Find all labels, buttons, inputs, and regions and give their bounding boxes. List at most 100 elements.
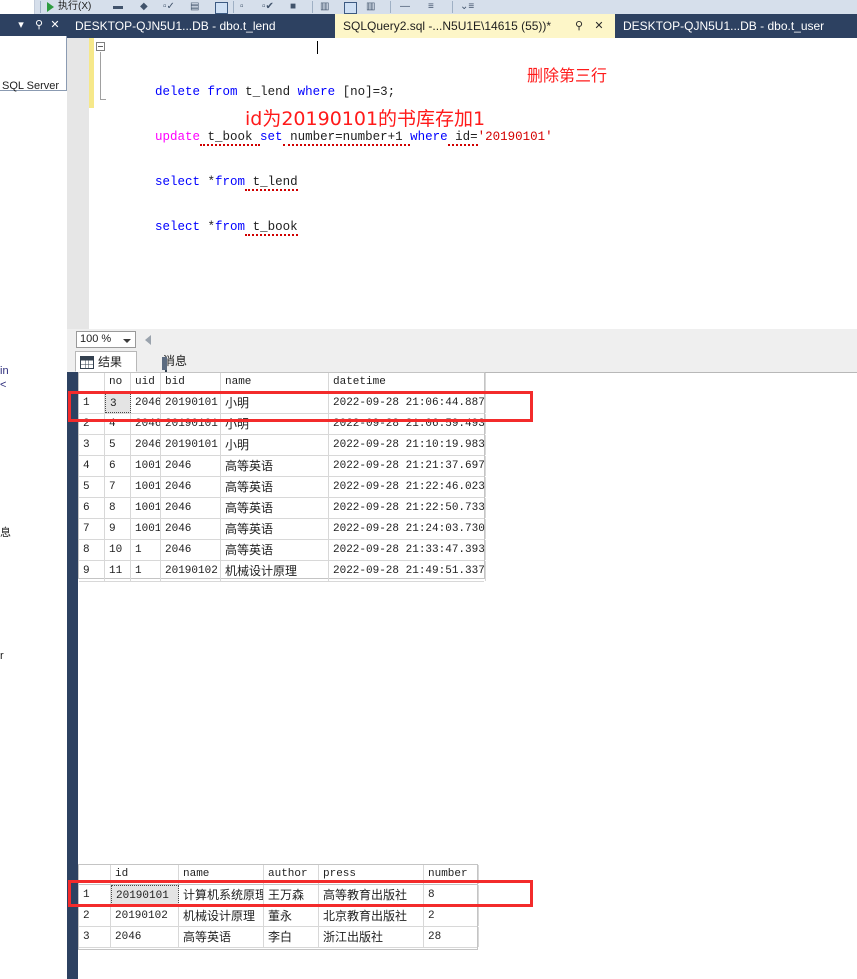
increase-indent-icon[interactable]: ≡ — [428, 0, 434, 14]
lend-cell[interactable]: 2022-09-28 21:33:47.393 — [329, 540, 486, 560]
tab-dbo-t-lend[interactable]: DESKTOP-QJN5U1...DB - dbo.t_lend — [67, 14, 335, 38]
lend-cell[interactable]: 1001 — [131, 519, 161, 539]
lend-cell[interactable]: 8 — [105, 498, 131, 518]
book-cell[interactable]: 高等英语 — [179, 927, 264, 947]
lend-cell[interactable]: 高等英语 — [221, 540, 329, 560]
chevron-down-icon[interactable] — [123, 339, 131, 343]
lend-cell[interactable]: 小明 — [221, 435, 329, 455]
lend-cell[interactable]: 20190101 — [161, 414, 221, 434]
book-col-header[interactable]: author — [264, 865, 319, 884]
lend-cell[interactable]: 2022-09-28 21:49:51.337 — [329, 561, 486, 581]
parse-icon[interactable]: ▫✓ — [163, 0, 175, 14]
results-to-grid-icon[interactable]: ▫✔ — [262, 0, 274, 14]
lend-cell[interactable]: 高等英语 — [221, 498, 329, 518]
lend-cell[interactable]: 20190101 — [161, 435, 221, 455]
lend-cell[interactable]: 2022-09-28 21:06:44.887 — [329, 393, 486, 413]
lend-cell[interactable]: 2022-09-28 21:24:03.730 — [329, 519, 486, 539]
estimated-plan-icon[interactable]: ▤ — [190, 0, 199, 14]
lend-cell[interactable]: 小明 — [221, 414, 329, 434]
chevron-down-icon[interactable]: ▾ — [14, 18, 28, 32]
book-cell[interactable]: 浙江出版社 — [319, 927, 424, 947]
lend-cell[interactable]: 1001 — [131, 477, 161, 497]
book-row[interactable]: 1 20190101 计算机系统原理 王万森 高等教育出版社 8 — [79, 885, 479, 906]
lend-cell[interactable]: 高等英语 — [221, 477, 329, 497]
lend-cell[interactable]: 1001 — [131, 498, 161, 518]
lend-cell[interactable]: 2046 — [131, 435, 161, 455]
lend-cell[interactable]: 2046 — [161, 498, 221, 518]
close-icon[interactable]: ✕ — [592, 18, 606, 34]
lend-cell[interactable]: 7 — [105, 477, 131, 497]
lend-row-number[interactable]: 3 — [79, 435, 105, 455]
lend-cell[interactable]: 机械设计原理 — [221, 561, 329, 581]
lend-row-number[interactable]: 6 — [79, 498, 105, 518]
live-query-stats-icon[interactable]: ▫ — [240, 0, 244, 14]
book-col-header[interactable]: press — [319, 865, 424, 884]
tab-results[interactable]: 结果 — [75, 351, 137, 372]
include-actual-plan-icon[interactable] — [215, 2, 228, 14]
book-cell[interactable]: 2 — [424, 906, 479, 926]
lend-cell[interactable]: 2022-09-28 21:21:37.697 — [329, 456, 486, 476]
lend-cell[interactable]: 1001 — [131, 456, 161, 476]
lend-col-header[interactable] — [79, 373, 105, 392]
lend-row[interactable]: 3 5 2046 20190101 小明 2022-09-28 21:10:19.983 — [79, 435, 486, 456]
lend-row-number[interactable]: 4 — [79, 456, 105, 476]
lend-col-header[interactable]: uid — [131, 373, 161, 392]
book-cell[interactable]: 2046 — [111, 927, 179, 947]
results-grid-book[interactable]: id name author press number 1 20190101 计算机系统原理王… — [78, 864, 479, 950]
indent-icon[interactable]: ▥ — [366, 0, 375, 14]
book-cell[interactable]: 计算机系统原理 — [179, 885, 264, 905]
lend-cell[interactable]: 5 — [105, 435, 131, 455]
lend-cell[interactable]: 3 — [105, 393, 131, 413]
lend-row-number[interactable]: 9 — [79, 561, 105, 581]
lend-cell[interactable]: 2022-09-28 21:22:50.733 — [329, 498, 486, 518]
lend-cell[interactable]: 1 — [131, 561, 161, 581]
book-col-header[interactable] — [79, 865, 111, 884]
book-cell[interactable]: 20190102 — [111, 906, 179, 926]
lend-cell[interactable]: 10 — [105, 540, 131, 560]
close-icon[interactable]: ✕ — [48, 18, 62, 32]
book-cell[interactable]: 高等教育出版社 — [319, 885, 424, 905]
lend-cell[interactable]: 高等英语 — [221, 519, 329, 539]
book-col-header[interactable]: number — [424, 865, 479, 884]
lend-row-number[interactable]: 8 — [79, 540, 105, 560]
lend-cell[interactable]: 20190101 — [161, 393, 221, 413]
book-cell[interactable]: 李白 — [264, 927, 319, 947]
lend-row[interactable]: 1 3 2046 20190101 小明 2022-09-28 21:06:44.887 — [79, 393, 486, 414]
lend-row[interactable]: 6 8 1001 2046 高等英语 2022-09-28 21:22:50.733 — [79, 498, 486, 519]
lend-col-header[interactable]: no — [105, 373, 131, 392]
lend-row[interactable]: 2 4 2046 20190101 小明 2022-09-28 21:06:59.493 — [79, 414, 486, 435]
lend-cell[interactable]: 2022-09-28 21:10:19.983 — [329, 435, 486, 455]
book-row[interactable]: 3 2046 高等英语 李白 浙江出版社 28 — [79, 927, 479, 948]
book-col-header[interactable]: id — [111, 865, 179, 884]
lend-cell[interactable]: 2046 — [161, 477, 221, 497]
results-to-file-icon[interactable]: ■ — [290, 0, 296, 14]
debug-icon[interactable]: ▬ — [113, 0, 123, 14]
book-row-number[interactable]: 1 — [79, 885, 111, 905]
lend-row[interactable]: 9 11 1 20190102 机械设计原理 2022-09-28 21:49:51.33… — [79, 561, 486, 582]
lend-col-header[interactable]: name — [221, 373, 329, 392]
book-cell[interactable]: 机械设计原理 — [179, 906, 264, 926]
lend-cell[interactable]: 1 — [131, 540, 161, 560]
lend-cell[interactable]: 高等英语 — [221, 456, 329, 476]
lend-col-header[interactable]: bid — [161, 373, 221, 392]
results-grid-lend[interactable]: no uid bid name datetime 1 3 2046 20190101 小明 2022… — [78, 372, 486, 582]
book-cell[interactable]: 王万森 — [264, 885, 319, 905]
decrease-indent-icon[interactable]: — — [400, 0, 410, 14]
pin-icon[interactable]: ⚲ — [32, 18, 46, 32]
lend-cell[interactable]: 2046 — [131, 414, 161, 434]
lend-cell[interactable]: 2046 — [161, 456, 221, 476]
tab-messages[interactable]: 消息 — [139, 351, 203, 373]
sql-editor[interactable]: delete from t_lend where [no]=3; update … — [67, 38, 857, 330]
book-row[interactable]: 2 20190102 机械设计原理 董永 北京教育出版社 2 — [79, 906, 479, 927]
lend-cell[interactable]: 2046 — [161, 540, 221, 560]
book-col-header[interactable]: name — [179, 865, 264, 884]
lend-col-header[interactable]: datetime — [329, 373, 486, 392]
lend-cell[interactable]: 2022-09-28 21:06:59.493 — [329, 414, 486, 434]
book-cell[interactable]: 董永 — [264, 906, 319, 926]
cancel-icon[interactable]: ◆ — [140, 0, 148, 14]
book-cell[interactable]: 8 — [424, 885, 479, 905]
pin-icon[interactable]: ⚲ — [572, 18, 586, 34]
book-cell[interactable]: 28 — [424, 927, 479, 947]
execute-button[interactable]: 执行(X) — [58, 0, 91, 14]
book-row-number[interactable]: 3 — [79, 927, 111, 947]
